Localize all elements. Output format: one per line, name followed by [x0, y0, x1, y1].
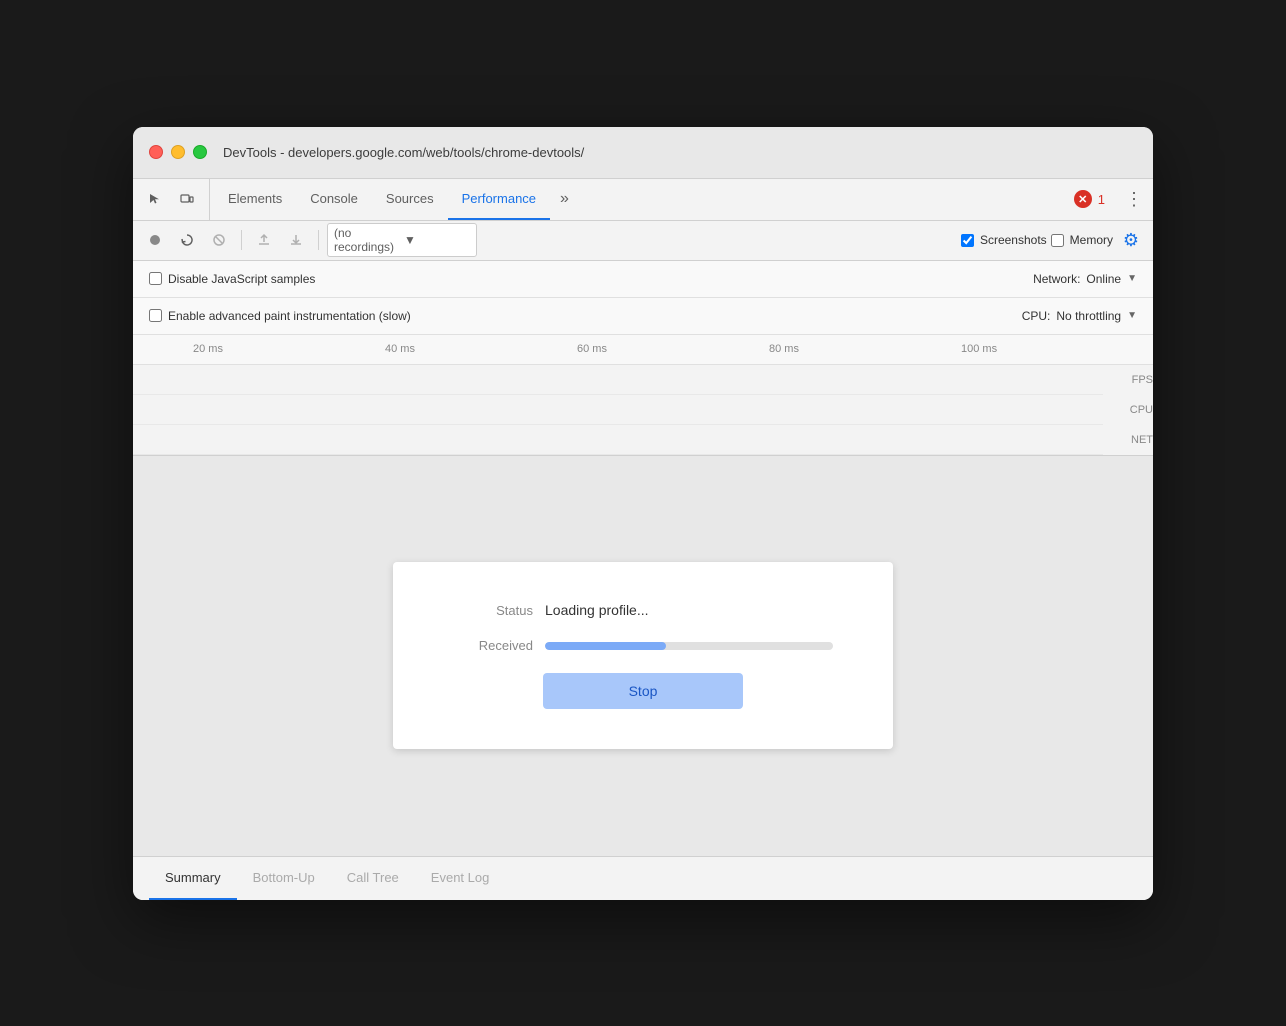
timeline-body: FPS CPU NET	[133, 365, 1153, 455]
fps-track	[133, 365, 1103, 395]
window-title: DevTools - developers.google.com/web/too…	[223, 145, 584, 160]
recording-dropdown[interactable]: (no recordings) ▼	[327, 223, 477, 257]
devtools-window: DevTools - developers.google.com/web/too…	[133, 127, 1153, 900]
minimize-button[interactable]	[171, 145, 185, 159]
tick-40ms: 40 ms	[385, 343, 577, 355]
disable-js-label[interactable]: Disable JavaScript samples	[149, 272, 315, 286]
network-group: Network: Online ▼	[1033, 272, 1137, 286]
tick-100ms: 100 ms	[961, 343, 1153, 355]
close-button[interactable]	[149, 145, 163, 159]
tab-console[interactable]: Console	[296, 179, 372, 220]
stop-button[interactable]: Stop	[543, 673, 743, 709]
upload-button[interactable]	[250, 226, 278, 254]
tab-sources[interactable]: Sources	[372, 179, 448, 220]
status-row: Status Loading profile...	[453, 602, 833, 618]
tab-elements[interactable]: Elements	[214, 179, 296, 220]
bottom-tab-summary[interactable]: Summary	[149, 857, 237, 900]
settings-row-1: Disable JavaScript samples Network: Onli…	[133, 261, 1153, 298]
title-bar: DevTools - developers.google.com/web/too…	[133, 127, 1153, 179]
timeline-area: 20 ms 40 ms 60 ms 80 ms 100 ms FPS CPU N…	[133, 335, 1153, 456]
disable-js-checkbox[interactable]	[149, 272, 162, 285]
net-track	[133, 425, 1103, 455]
tick-80ms: 80 ms	[769, 343, 961, 355]
bottom-tab-call-tree[interactable]: Call Tree	[331, 857, 415, 900]
tab-spacer	[579, 179, 1064, 220]
cpu-label: CPU	[1103, 395, 1153, 425]
bottom-tabs: Summary Bottom-Up Call Tree Event Log	[133, 856, 1153, 900]
bottom-tab-event-log[interactable]: Event Log	[415, 857, 506, 900]
status-value: Loading profile...	[545, 602, 649, 618]
screenshots-checkbox-input[interactable]	[961, 234, 974, 247]
reload-record-button[interactable]	[173, 226, 201, 254]
devtools-menu-button[interactable]: ⋮	[1115, 179, 1153, 220]
bottom-tab-bottom-up[interactable]: Bottom-Up	[237, 857, 331, 900]
toolbar: (no recordings) ▼ Screenshots Memory ⚙	[133, 221, 1153, 261]
clear-button[interactable]	[205, 226, 233, 254]
toolbar-divider-2	[318, 230, 319, 250]
tick-60ms: 60 ms	[577, 343, 769, 355]
settings-row-2: Enable advanced paint instrumentation (s…	[133, 298, 1153, 335]
error-icon: ✕	[1074, 190, 1092, 208]
screenshots-checkbox[interactable]: Screenshots	[961, 233, 1047, 247]
main-content: Status Loading profile... Received Stop	[133, 456, 1153, 856]
tab-performance[interactable]: Performance	[448, 179, 550, 220]
loading-dialog: Status Loading profile... Received Stop	[393, 562, 893, 749]
enable-paint-label[interactable]: Enable advanced paint instrumentation (s…	[149, 309, 411, 323]
fps-label: FPS	[1103, 365, 1153, 395]
net-label: NET	[1103, 425, 1153, 455]
memory-checkbox[interactable]: Memory	[1051, 233, 1113, 247]
enable-paint-checkbox[interactable]	[149, 309, 162, 322]
cpu-group: CPU: No throttling ▼	[1022, 309, 1137, 323]
download-button[interactable]	[282, 226, 310, 254]
status-key: Status	[453, 603, 533, 618]
progress-bar-fill	[545, 642, 666, 650]
received-key: Received	[453, 638, 533, 653]
settings-row-inner-1: Disable JavaScript samples Network: Onli…	[149, 261, 1137, 297]
memory-checkbox-input[interactable]	[1051, 234, 1064, 247]
cursor-icon[interactable]	[141, 185, 169, 213]
record-button[interactable]	[141, 226, 169, 254]
traffic-lights	[149, 145, 207, 159]
cpu-track	[133, 395, 1103, 425]
device-toggle-icon[interactable]	[173, 185, 201, 213]
settings-gear-button[interactable]: ⚙	[1117, 226, 1145, 254]
settings-row-inner-2: Enable advanced paint instrumentation (s…	[149, 298, 1137, 334]
error-badge: ✕ 1	[1064, 179, 1115, 220]
progress-bar	[545, 642, 833, 650]
received-row: Received	[453, 638, 833, 653]
network-dropdown-arrow[interactable]: ▼	[1127, 273, 1137, 284]
tick-20ms: 20 ms	[193, 343, 385, 355]
timeline-ruler: 20 ms 40 ms 60 ms 80 ms 100 ms	[133, 335, 1153, 365]
tab-bar: Elements Console Sources Performance » ✕…	[133, 179, 1153, 221]
tab-icons	[141, 179, 210, 220]
more-tabs-button[interactable]: »	[550, 179, 579, 220]
toolbar-divider-1	[241, 230, 242, 250]
maximize-button[interactable]	[193, 145, 207, 159]
cpu-dropdown-arrow[interactable]: ▼	[1127, 310, 1137, 321]
timeline-labels: FPS CPU NET	[1103, 365, 1153, 455]
timeline-tracks-area	[133, 365, 1103, 455]
